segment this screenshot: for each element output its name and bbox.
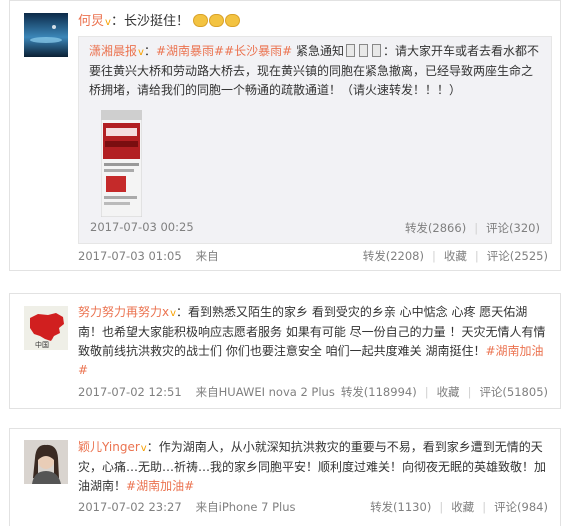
weibo-post: 中国 努力努力再努力xv：看到熟悉又陌生的家乡 看到受灾的乡亲 心中惦念 心疼 …	[9, 293, 561, 409]
avatar[interactable]: 中国	[24, 306, 68, 350]
repost-time[interactable]: 2017-07-03 00:25	[90, 220, 194, 234]
forward-button[interactable]: 转发(118994)	[341, 385, 417, 399]
favorite-button[interactable]: 收藏	[437, 385, 460, 399]
post-time[interactable]: 2017-07-02 23:27	[78, 500, 182, 514]
user-name[interactable]: 努力努力再努力x	[78, 305, 169, 319]
post-text: ：长沙挺住！	[110, 14, 189, 29]
repost-lead: 紧急通知	[292, 44, 345, 58]
repost-forward-button[interactable]: 转发(2866)	[405, 221, 466, 235]
forward-button[interactable]: 转发(2208)	[363, 249, 424, 263]
post-time[interactable]: 2017-07-03 01:05	[78, 249, 182, 263]
comment-button[interactable]: 评论(2525)	[487, 249, 548, 263]
avatar[interactable]	[24, 440, 68, 484]
unknown-glyph-icon	[344, 44, 383, 58]
weibo-post: 颖儿Yingerv：作为湖南人，从小就深知抗洪救灾的重要与不易，看到家乡遭到无情…	[9, 428, 561, 526]
favorite-button[interactable]: 收藏	[444, 249, 467, 263]
comment-button[interactable]: 评论(51805)	[479, 385, 548, 399]
topic-tag[interactable]: #湖南暴雨##长沙暴雨#	[156, 44, 292, 58]
user-name[interactable]: 颖儿Yinger	[78, 440, 140, 454]
weibo-post: 何炅v：长沙挺住！ 潇湘晨报v：#湖南暴雨##长沙暴雨# 紧急通知 ：请大家开车或…	[9, 0, 561, 271]
repost-user-name[interactable]: 潇湘晨报	[89, 44, 137, 58]
comment-button[interactable]: 评论(984)	[494, 500, 548, 514]
favorite-button[interactable]: 收藏	[451, 500, 474, 514]
forward-button[interactable]: 转发(1130)	[370, 500, 431, 514]
clap-hands-icon	[193, 14, 241, 29]
avatar[interactable]	[24, 13, 68, 57]
post-source: 来自HUAWEI nova 2 Plus	[195, 385, 335, 399]
topic-tag[interactable]: #湖南加油#	[126, 479, 194, 493]
svg-text:中国: 中国	[35, 340, 49, 349]
repost-image[interactable]	[100, 109, 143, 218]
repost-comment-button[interactable]: 评论(320)	[486, 221, 540, 235]
post-source: 来自	[195, 249, 219, 263]
reposted-content: 潇湘晨报v：#湖南暴雨##长沙暴雨# 紧急通知 ：请大家开车或者去看水都不要往黄兴…	[78, 36, 552, 244]
post-time[interactable]: 2017-07-02 12:51	[78, 385, 182, 399]
post-source: 来自iPhone 7 Plus	[195, 500, 296, 514]
user-name[interactable]: 何炅	[78, 14, 104, 29]
